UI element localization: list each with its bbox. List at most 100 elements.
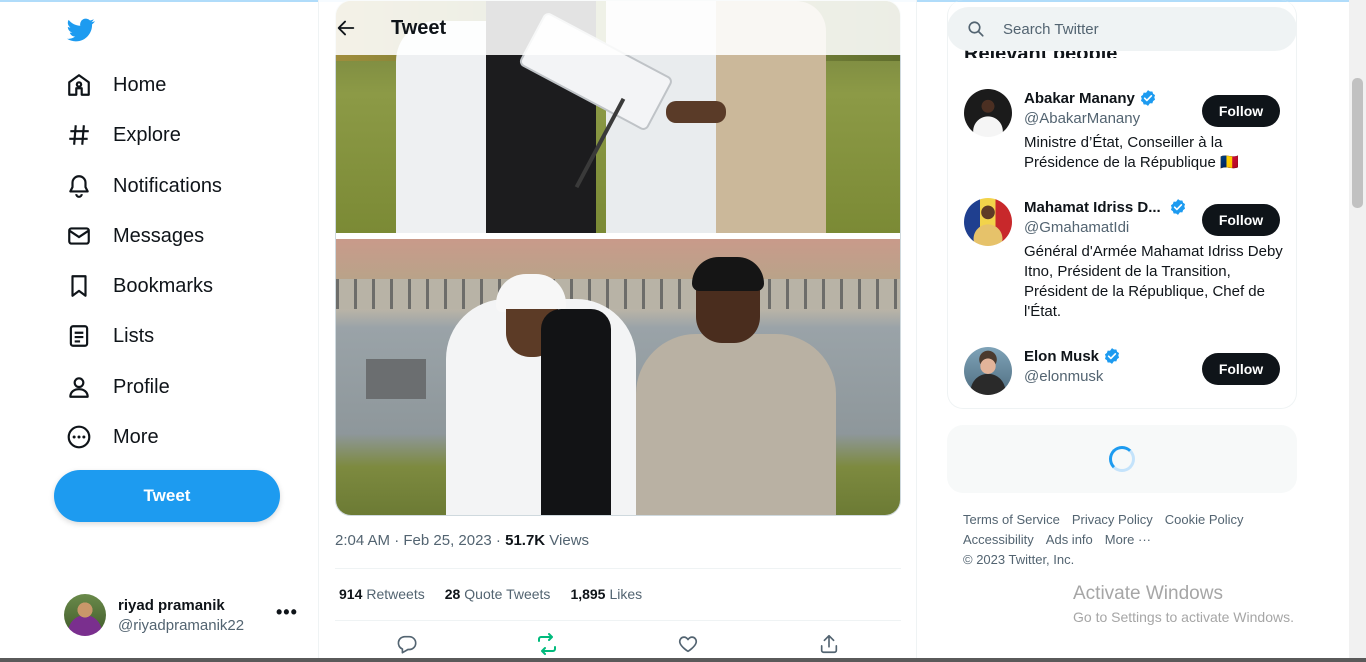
loading-card (947, 425, 1297, 493)
tweet-actions (335, 632, 901, 658)
page-scrollbar[interactable] (1349, 0, 1366, 662)
avatar (964, 347, 1012, 395)
taskbar-edge (0, 658, 1366, 662)
person-name-text: Elon Musk (1024, 347, 1100, 365)
divider (335, 620, 901, 621)
nav-label: Profile (113, 375, 170, 398)
scrollbar-thumb[interactable] (1352, 78, 1363, 208)
terms-link[interactable]: Terms of Service (963, 512, 1060, 527)
left-sidebar: Home Explore Notifications Messages Book… (0, 0, 318, 662)
person-handle: @elonmusk (1024, 368, 1104, 385)
tweet-time[interactable]: 2:04 AM · Feb 25, 2023 · (335, 532, 505, 549)
page-header: Tweet (319, 0, 916, 55)
person-name-text: Mahamat Idriss D... (1024, 198, 1161, 216)
nav-label: Lists (113, 324, 155, 347)
page-title: Tweet (391, 17, 447, 39)
hashtag-icon (66, 122, 92, 148)
bookmark-icon (66, 273, 92, 299)
retweets-count: 914 (339, 586, 363, 602)
envelope-icon (66, 223, 92, 249)
avatar (964, 89, 1012, 137)
person-icon (66, 374, 92, 400)
tweet-photo-2[interactable] (336, 239, 900, 515)
back-arrow-icon[interactable] (335, 17, 357, 39)
verified-badge-icon (1170, 199, 1185, 215)
nav-label: Bookmarks (113, 274, 214, 297)
retweets-stat[interactable]: 914 Retweets (339, 586, 425, 602)
tweet-media[interactable] (335, 0, 901, 516)
copyright: © 2023 Twitter, Inc. (963, 552, 1075, 567)
nav-label: Notifications (113, 174, 222, 197)
cookie-link[interactable]: Cookie Policy (1165, 512, 1244, 527)
privacy-link[interactable]: Privacy Policy (1072, 512, 1153, 527)
nav-profile[interactable]: Profile (66, 367, 170, 407)
like-icon[interactable] (676, 632, 700, 656)
account-switcher[interactable]: riyad pramanik @riyadpramanik22 ••• (64, 592, 304, 638)
likes-count: 1,895 (570, 586, 606, 602)
follow-button[interactable]: Follow (1202, 204, 1280, 236)
person-handle: @GmahamatIdi (1024, 219, 1130, 236)
search-input[interactable] (1003, 17, 1283, 41)
retweets-label: Retweets (366, 586, 425, 602)
nav-more[interactable]: More (66, 417, 159, 457)
person-name-text: Abakar Manany (1024, 89, 1135, 107)
avatar (64, 594, 106, 636)
relevant-people-card: Relevant people Abakar Manany @AbakarMan… (947, 0, 1297, 409)
retweet-icon[interactable] (535, 632, 559, 656)
nav-explore[interactable]: Explore (66, 115, 181, 155)
account-name: riyad pramanik (118, 596, 225, 614)
person-name: Abakar Manany (1024, 89, 1157, 107)
nav-label: More (113, 425, 159, 448)
ads-info-link[interactable]: Ads info (1046, 532, 1093, 547)
more-circle-icon (66, 424, 92, 450)
person-card[interactable]: Mahamat Idriss D... @GmahamatIdi Général… (964, 198, 1284, 328)
verified-badge-icon (1104, 348, 1120, 364)
nav-lists[interactable]: Lists (66, 316, 154, 356)
search-bar[interactable] (947, 7, 1297, 51)
accessibility-link[interactable]: Accessibility (963, 532, 1034, 547)
tweet-detail-column: Tweet 2:04 AM · Feb 25, 2023 · 51.7K Vie… (318, 0, 917, 662)
likes-stat[interactable]: 1,895 Likes (570, 586, 642, 602)
quote-tweets-stat[interactable]: 28 Quote Tweets (445, 586, 551, 602)
tweet-stats: 914 Retweets 28 Quote Tweets 1,895 Likes (339, 586, 642, 602)
quotes-label: Quote Tweets (464, 586, 551, 602)
home-icon (66, 72, 92, 98)
twitter-logo-icon[interactable] (66, 16, 96, 44)
right-sidebar: Relevant people Abakar Manany @AbakarMan… (917, 0, 1366, 662)
person-name: Elon Musk (1024, 347, 1121, 365)
nav-label: Messages (113, 224, 205, 247)
nav-notifications[interactable]: Notifications (66, 166, 222, 206)
person-handle: @AbakarManany (1024, 110, 1141, 127)
likes-label: Likes (609, 586, 643, 602)
nav-bookmarks[interactable]: Bookmarks (66, 266, 213, 306)
person-bio: Ministre d’État, Conseiller à la Préside… (1024, 134, 1239, 171)
avatar (964, 198, 1012, 246)
nav-label: Home (113, 73, 167, 96)
tweet-timestamp: 2:04 AM · Feb 25, 2023 · 51.7K Views (335, 532, 589, 549)
share-icon[interactable] (817, 632, 841, 656)
person-card[interactable]: Elon Musk @elonmusk Follow (964, 347, 1284, 397)
views-label: Views (545, 532, 590, 549)
person-bio: Général d'Armée Mahamat Idriss Deby Itno… (1024, 243, 1283, 320)
loading-spinner-icon (1109, 446, 1135, 472)
watermark-title: Activate Windows (1073, 583, 1223, 604)
follow-button[interactable]: Follow (1202, 353, 1280, 385)
person-card[interactable]: Abakar Manany @AbakarManany Ministre d’É… (964, 89, 1284, 179)
account-handle: @riyadpramanik22 (118, 616, 245, 634)
follow-button[interactable]: Follow (1202, 95, 1280, 127)
activate-windows-watermark: Activate Windows Go to Settings to activ… (1073, 583, 1294, 625)
more-dots-icon[interactable]: ••• (276, 602, 298, 623)
nav-home[interactable]: Home (66, 65, 166, 105)
bell-icon (66, 173, 92, 199)
footer-links: Terms of Service Privacy Policy Cookie Pol… (963, 510, 1293, 570)
divider (335, 568, 901, 569)
person-name: Mahamat Idriss D... (1024, 198, 1187, 216)
nav-messages[interactable]: Messages (66, 216, 204, 256)
watermark-subtitle: Go to Settings to activate Windows. (1073, 609, 1294, 625)
footer-more-link[interactable]: More ··· (1105, 532, 1151, 547)
quotes-count: 28 (444, 586, 461, 602)
reply-icon[interactable] (395, 632, 419, 656)
tweet-button[interactable]: Tweet (54, 470, 280, 522)
search-icon (968, 21, 984, 37)
list-icon (66, 323, 92, 349)
